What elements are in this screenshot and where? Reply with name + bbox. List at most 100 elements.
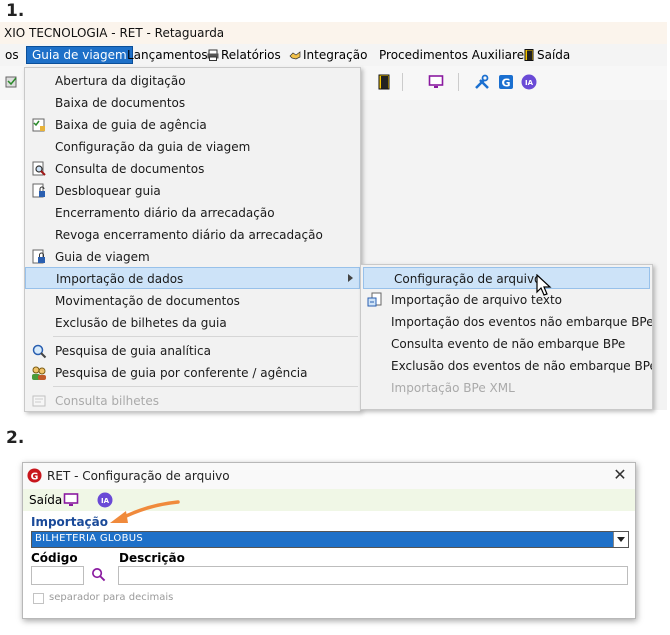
printer-icon bbox=[207, 49, 219, 61]
menu-separator bbox=[53, 336, 358, 337]
submenu-item-exclusao-eventos[interactable]: Exclusão dos eventos de não embarque BPe bbox=[361, 355, 652, 377]
separador-decimais-label: separador para decimais bbox=[49, 592, 174, 603]
mouse-cursor-icon bbox=[536, 274, 552, 296]
menu-item-pesquisa-guia-analitica[interactable]: Pesquisa de guia analítica bbox=[25, 340, 360, 362]
menu-item-movimentacao-documentos[interactable]: Movimentação de documentos bbox=[25, 290, 360, 312]
exit-door-icon bbox=[524, 49, 534, 61]
menu-saida-label: Saída bbox=[537, 48, 571, 62]
import-file-icon bbox=[367, 292, 382, 307]
menu-item-consulta-documentos[interactable]: Consulta de documentos bbox=[25, 158, 360, 180]
exit-button[interactable]: Saída bbox=[29, 493, 62, 507]
people-icon bbox=[32, 366, 46, 380]
menu-item-exclusao-bilhetes[interactable]: Exclusão de bilhetes da guia bbox=[25, 312, 360, 334]
menu-item-desbloquear-guia[interactable]: Desbloquear guia bbox=[25, 180, 360, 202]
menu-saida[interactable]: Saída bbox=[520, 47, 573, 63]
menu-relatorios[interactable]: Relatórios bbox=[204, 47, 284, 63]
menu-item-consulta-bilhetes[interactable]: Consulta bilhetes bbox=[25, 390, 360, 411]
menu-item-label: Baixa de documentos bbox=[55, 96, 186, 110]
menu-item-label: Pesquisa de guia analítica bbox=[55, 344, 211, 358]
annotation-arrow-icon bbox=[110, 500, 180, 523]
app-title: XIO TECNOLOGIA - RET - Retaguarda bbox=[4, 26, 225, 40]
menu-procedimentos-auxiliares[interactable]: Procedimentos Auxiliares bbox=[376, 47, 533, 63]
submenu-item-label: Exclusão dos eventos de não embarque BPe bbox=[391, 359, 653, 373]
close-icon[interactable]: ✕ bbox=[611, 466, 629, 484]
importacao-label: Importação bbox=[31, 515, 109, 529]
submenu-item-importacao-bpe-xml[interactable]: Importação BPe XML bbox=[361, 377, 652, 399]
submenu-item-configuracao-arquivo[interactable]: Configuração de arquivo bbox=[363, 267, 650, 289]
menu-item-label: Desbloquear guia bbox=[55, 184, 161, 198]
menu-integracao-label: Integração bbox=[303, 48, 368, 62]
menu-item-encerramento-diario[interactable]: Encerramento diário da arrecadação bbox=[25, 202, 360, 224]
configuracao-arquivo-dialog: G RET - Configuração de arquivo ✕ Saída … bbox=[22, 462, 636, 619]
menu-lancamentos[interactable]: Lançamentos bbox=[124, 47, 211, 63]
descricao-label: Descrição bbox=[119, 551, 185, 565]
menu-item-guia-de-viagem[interactable]: Guia de viagem bbox=[25, 246, 360, 268]
separador-decimais-checkbox[interactable] bbox=[33, 593, 44, 604]
checklist-icon bbox=[32, 118, 45, 132]
menu-item-configuracao-guia[interactable]: Configuração da guia de viagem bbox=[25, 136, 360, 158]
menu-item-pesquisa-guia-conferente[interactable]: Pesquisa de guia por conferente / agênci… bbox=[25, 362, 360, 384]
lock-doc-icon bbox=[32, 249, 45, 264]
ia-assistant-icon[interactable]: IA bbox=[521, 74, 537, 90]
toolbar-app-icon[interactable] bbox=[4, 74, 20, 90]
submenu-item-label: Consulta evento de não embarque BPe bbox=[391, 337, 626, 351]
menu-guia-de-viagem[interactable]: Guia de viagem bbox=[26, 46, 133, 64]
submenu-item-label: Configuração de arquivo bbox=[394, 272, 542, 286]
menu-os[interactable]: os bbox=[2, 47, 22, 63]
submenu-item-importacao-arquivo-texto[interactable]: Importação de arquivo texto bbox=[361, 289, 652, 311]
menu-item-baixa-documentos[interactable]: Baixa de documentos bbox=[25, 92, 360, 114]
menu-item-label: Importação de dados bbox=[56, 272, 184, 286]
menu-separator bbox=[53, 386, 358, 387]
chevron-down-icon[interactable] bbox=[613, 532, 628, 547]
svg-text:G: G bbox=[31, 471, 39, 482]
menu-item-label: Guia de viagem bbox=[55, 250, 150, 264]
menu-item-label: Pesquisa de guia por conferente / agênci… bbox=[55, 366, 308, 380]
submenu-arrow-icon bbox=[348, 274, 353, 282]
menu-item-label: Encerramento diário da arrecadação bbox=[55, 206, 275, 220]
unlock-doc-icon bbox=[32, 183, 45, 198]
menu-item-label: Exclusão de bilhetes da guia bbox=[55, 316, 227, 330]
guia-de-viagem-dropdown: Abertura da digitação Baixa de documento… bbox=[24, 67, 361, 412]
menu-item-revoga-encerramento[interactable]: Revoga encerramento diário da arrecadaçã… bbox=[25, 224, 360, 246]
svg-text:G: G bbox=[501, 77, 510, 90]
ticket-icon bbox=[32, 395, 46, 407]
magnifier-doc-icon bbox=[32, 161, 46, 176]
menu-relatorios-label: Relatórios bbox=[221, 48, 281, 62]
g-logo-icon[interactable]: G bbox=[498, 74, 514, 90]
menu-item-importacao-dados[interactable]: Importação de dados bbox=[25, 267, 360, 289]
descricao-input[interactable] bbox=[118, 566, 628, 585]
submenu-item-importacao-eventos[interactable]: Importação dos eventos não embarque BPe bbox=[361, 311, 652, 333]
menu-item-label: Revoga encerramento diário da arrecadaçã… bbox=[55, 228, 323, 242]
tools-icon[interactable] bbox=[474, 74, 490, 90]
dialog-title: RET - Configuração de arquivo bbox=[47, 469, 230, 483]
search-icon[interactable] bbox=[91, 567, 106, 582]
monitor-icon[interactable] bbox=[63, 492, 79, 508]
app-titlebar: XIO TECNOLOGIA - RET - Retaguarda bbox=[0, 22, 667, 44]
importacao-selected-value: BILHETERIA GLOBUS bbox=[35, 533, 144, 544]
importacao-select[interactable]: BILHETERIA GLOBUS bbox=[31, 531, 629, 548]
app-logo-icon: G bbox=[27, 468, 42, 483]
submenu-item-consulta-evento[interactable]: Consulta evento de não embarque BPe bbox=[361, 333, 652, 355]
toolbar-divider bbox=[402, 73, 403, 91]
dialog-titlebar: G RET - Configuração de arquivo ✕ bbox=[23, 463, 635, 489]
step-two-label: 2. bbox=[6, 428, 25, 448]
menu-item-label: Consulta de documentos bbox=[55, 162, 205, 176]
menu-item-label: Movimentação de documentos bbox=[55, 294, 240, 308]
menu-item-label: Consulta bilhetes bbox=[55, 394, 160, 408]
submenu-item-label: Importação dos eventos não embarque BPe bbox=[391, 315, 653, 329]
exit-door-icon[interactable] bbox=[376, 74, 392, 90]
codigo-input[interactable] bbox=[31, 566, 84, 585]
step-one-label: 1. bbox=[6, 1, 25, 21]
toolbar-divider bbox=[458, 73, 459, 91]
menu-item-label: Configuração da guia de viagem bbox=[55, 140, 251, 154]
menu-item-label: Baixa de guia de agência bbox=[55, 118, 207, 132]
menu-integracao[interactable]: Integração bbox=[286, 47, 370, 63]
menu-item-baixa-guia-agencia[interactable]: Baixa de guia de agência bbox=[25, 114, 360, 136]
handshake-icon bbox=[289, 51, 301, 60]
search-icon bbox=[32, 344, 47, 359]
menubar: os Guia de viagem Lançamentos Relatórios… bbox=[0, 44, 667, 67]
importacao-dados-submenu: Configuração de arquivo Importação de ar… bbox=[360, 264, 653, 410]
monitor-icon[interactable] bbox=[428, 74, 444, 90]
menu-item-abertura-digitacao[interactable]: Abertura da digitação bbox=[25, 70, 360, 92]
codigo-label: Código bbox=[31, 551, 78, 565]
